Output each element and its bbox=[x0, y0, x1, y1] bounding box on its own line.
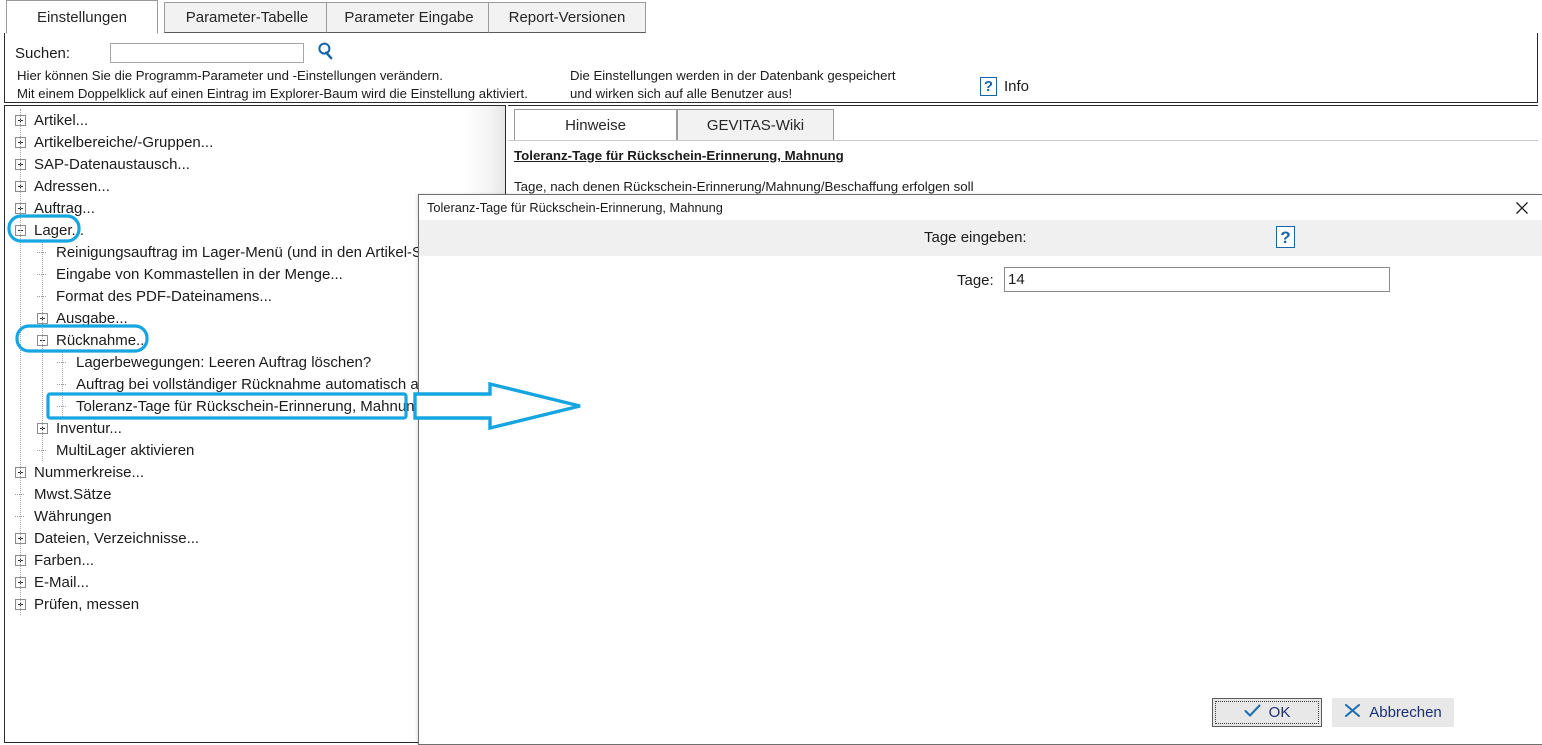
days-field-label: Tage: bbox=[957, 272, 994, 289]
tree-item-label: Lager... bbox=[34, 221, 85, 239]
tree-guide-line bbox=[20, 109, 21, 615]
search-row: Suchen: bbox=[15, 41, 336, 65]
tab-gevitas-wiki[interactable]: GEVITAS-Wiki bbox=[677, 109, 834, 141]
hint-body: Tage, nach denen Rückschein-Erinnerung/M… bbox=[514, 179, 974, 194]
hint-title: Toleranz-Tage für Rückschein-Erinnerung,… bbox=[514, 148, 844, 163]
header-hint-right-line2: und wirken sich auf alle Benutzer aus! bbox=[570, 86, 793, 101]
header-hint-left-line2: Mit einem Doppelklick auf einen Eintrag … bbox=[17, 86, 528, 101]
search-input[interactable] bbox=[110, 43, 304, 63]
cancel-button[interactable]: Abbrechen bbox=[1332, 698, 1454, 727]
dialog-body: Tage: OK Abbrechen bbox=[419, 256, 1542, 744]
tree-item-label: Inventur... bbox=[56, 419, 122, 437]
tree-item-label: Prüfen, messen bbox=[34, 595, 140, 613]
main-tab-strip: Einstellungen Parameter-Tabelle Paramete… bbox=[0, 0, 1542, 34]
cancel-button-label: Abbrechen bbox=[1369, 704, 1442, 721]
tree-item-label: Format des PDF-Dateinamens... bbox=[56, 287, 272, 305]
hint-tab-strip: Hinweise GEVITAS-Wiki bbox=[508, 109, 1538, 141]
tree-item-label: MultiLager aktivieren bbox=[56, 441, 195, 459]
dialog-titlebar: Toleranz-Tage für Rückschein-Erinnerung,… bbox=[419, 195, 1542, 220]
tree-item-label: Mwst.Sätze bbox=[34, 485, 112, 503]
dialog-button-row: OK Abbrechen bbox=[1212, 698, 1454, 727]
dialog-band-title: Tage eingeben: bbox=[924, 229, 1027, 246]
tab-parameter-tabelle[interactable]: Parameter-Tabelle bbox=[164, 2, 330, 33]
tree-item-label: Währungen bbox=[34, 507, 112, 525]
info-block[interactable]: ? Info bbox=[980, 77, 1029, 96]
header-hint-left: Hier können Sie die Programm-Parameter u… bbox=[17, 67, 528, 103]
search-label: Suchen: bbox=[15, 44, 71, 62]
tree-item-label: E-Mail... bbox=[34, 573, 90, 591]
tree-item-label: Auftrag... bbox=[34, 199, 95, 217]
tree-item-label: Ausgabe... bbox=[56, 309, 128, 327]
tree-item-label: Adressen... bbox=[34, 177, 110, 195]
tree-item-label: Dateien, Verzeichnisse... bbox=[34, 529, 200, 547]
tree-item-label: Lagerbewegungen: Leeren Auftrag löschen? bbox=[76, 353, 372, 371]
tree-item-label: Toleranz-Tage für Rückschein-Erinnerung,… bbox=[76, 397, 423, 415]
tree-item-label: Eingabe von Kommastellen in der Menge... bbox=[56, 265, 343, 283]
tolerance-days-dialog: Toleranz-Tage für Rückschein-Erinnerung,… bbox=[418, 194, 1542, 745]
tree-item[interactable]: Artikelbereiche/-Gruppen... bbox=[5, 131, 505, 153]
x-icon bbox=[1344, 703, 1361, 722]
tab-hinweise[interactable]: Hinweise bbox=[514, 109, 677, 141]
tab-label: Einstellungen bbox=[36, 8, 128, 26]
tab-label: Parameter-Tabelle bbox=[185, 9, 309, 26]
ok-button-label: OK bbox=[1268, 704, 1291, 721]
checkmark-icon bbox=[1244, 703, 1261, 722]
question-mark-glyph: ? bbox=[1276, 226, 1295, 248]
days-input[interactable] bbox=[1004, 267, 1390, 292]
tree-item-label: Farben... bbox=[34, 551, 95, 569]
tree-item[interactable]: Artikel... bbox=[5, 109, 505, 131]
tree-guide-line bbox=[62, 351, 63, 417]
tab-parameter-eingabe[interactable]: Parameter Eingabe bbox=[326, 2, 492, 33]
tree-item-label: SAP-Datenaustausch... bbox=[34, 155, 190, 173]
magnifier-icon[interactable] bbox=[316, 41, 336, 65]
tree-item-label: Nummerkreise... bbox=[34, 463, 145, 481]
tab-label: Report-Versionen bbox=[508, 9, 626, 26]
tree-item-label: Artikelbereiche/-Gruppen... bbox=[34, 133, 214, 151]
dialog-title: Toleranz-Tage für Rückschein-Erinnerung,… bbox=[427, 200, 723, 215]
tab-label: GEVITAS-Wiki bbox=[706, 116, 805, 134]
tree-item-label: Artikel... bbox=[34, 111, 89, 129]
close-icon[interactable] bbox=[1510, 197, 1534, 219]
tab-report-versionen[interactable]: Report-Versionen bbox=[488, 2, 646, 33]
question-mark-icon[interactable]: ? bbox=[1276, 226, 1295, 248]
header-hint-right-line1: Die Einstellungen werden in der Datenban… bbox=[570, 68, 896, 83]
hint-tab-underline bbox=[508, 140, 1538, 141]
tree-item-label: Rücknahme... bbox=[56, 331, 149, 349]
tree-item[interactable]: SAP-Datenaustausch... bbox=[5, 153, 505, 175]
tab-label: Hinweise bbox=[565, 116, 626, 134]
question-mark-icon[interactable]: ? bbox=[980, 77, 997, 96]
header-hint-left-line1: Hier können Sie die Programm-Parameter u… bbox=[17, 68, 443, 83]
tab-einstellungen[interactable]: Einstellungen bbox=[6, 0, 158, 34]
settings-header-panel: Suchen: Hier können Sie die Programm-Par… bbox=[4, 33, 1538, 103]
header-hint-right: Die Einstellungen werden in der Datenban… bbox=[570, 67, 896, 103]
info-label: Info bbox=[1004, 78, 1030, 95]
dialog-header-band: Tage eingeben: ? bbox=[419, 220, 1542, 256]
tab-label: Parameter Eingabe bbox=[344, 9, 474, 26]
tree-guide-line bbox=[42, 241, 43, 461]
ok-button[interactable]: OK bbox=[1212, 698, 1322, 727]
